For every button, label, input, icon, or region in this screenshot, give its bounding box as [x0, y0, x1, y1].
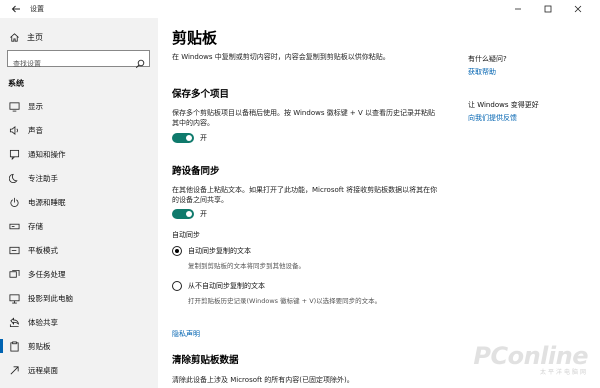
history-desc: 保存多个剪贴板项目以备稍后使用。按 Windows 徽标键 + V 以查看历史记…	[172, 109, 436, 127]
sidebar-item-shared-experiences[interactable]: 体验共享	[0, 311, 158, 333]
sidebar-home[interactable]: 主页	[8, 31, 43, 43]
auto-sync-label: 自动同步	[172, 231, 200, 239]
radio-auto-sync-desc: 复制到剪贴板的文本将同步到其他设备。	[188, 262, 305, 270]
sidebar-item-projecting[interactable]: 投影到此电脑	[0, 287, 158, 309]
sidebar-item-label: 投影到此电脑	[28, 293, 73, 303]
privacy-link[interactable]: 隐私声明	[172, 329, 200, 339]
title-bar: 设置	[0, 0, 600, 18]
notification-icon	[8, 148, 20, 160]
settings-window: 设置 主页 系统 显示	[0, 0, 600, 388]
sidebar-item-label: 体验共享	[28, 317, 58, 327]
sidebar-item-label: 剪贴板	[28, 341, 51, 351]
remote-icon	[8, 364, 20, 376]
toggle-knob	[186, 211, 192, 217]
minimize-icon[interactable]	[512, 3, 524, 15]
sidebar-section-title: 系统	[8, 79, 24, 88]
display-icon	[8, 100, 20, 112]
search-box[interactable]	[7, 50, 150, 72]
sidebar-item-remote-desktop[interactable]: 远程桌面	[0, 359, 158, 381]
share-icon	[8, 316, 20, 328]
sync-toggle-row[interactable]: 开	[172, 209, 207, 219]
clipboard-icon	[8, 340, 20, 352]
sync-heading: 跨设备同步	[172, 166, 220, 177]
close-icon[interactable]	[572, 3, 584, 15]
clear-desc: 清除此设备上涉及 Microsoft 的所有内容(已固定项除外)。	[172, 376, 354, 384]
active-indicator	[0, 339, 3, 353]
sidebar-item-label: 远程桌面	[28, 365, 58, 375]
radio-button[interactable]	[172, 281, 182, 291]
sidebar-item-notifications[interactable]: 通知和操作	[0, 143, 158, 165]
history-toggle[interactable]	[172, 133, 194, 143]
sidebar-item-display[interactable]: 显示	[0, 95, 158, 117]
radio-button-checked[interactable]	[172, 246, 182, 256]
sync-toggle-state: 开	[200, 210, 207, 218]
search-input[interactable]	[8, 56, 128, 72]
history-heading: 保存多个项目	[172, 89, 230, 100]
history-toggle-row[interactable]: 开	[172, 133, 207, 143]
radio-never-sync-label: 从不自动同步复制的文本	[188, 282, 265, 290]
aside-improve: 让 Windows 变得更好	[468, 101, 539, 109]
sidebar-item-label: 显示	[28, 101, 43, 111]
sidebar-item-label: 声音	[28, 125, 43, 135]
history-toggle-state: 开	[200, 134, 207, 142]
watermark-logo: PConline 太平洋电脑网	[473, 342, 588, 376]
sidebar-item-sound[interactable]: 声音	[0, 119, 158, 141]
sidebar-item-tablet-mode[interactable]: 平板模式	[0, 239, 158, 261]
sidebar-home-label: 主页	[27, 32, 43, 42]
sidebar-item-storage[interactable]: 存储	[0, 215, 158, 237]
sync-toggle[interactable]	[172, 209, 194, 219]
sidebar-item-label: 电源和睡眠	[28, 197, 66, 207]
intro-text: 在 Windows 中复制或剪切内容时，内容会复制到剪贴板以供你粘贴。	[172, 53, 390, 61]
radio-never-sync[interactable]: 从不自动同步复制的文本	[172, 281, 265, 291]
feedback-link[interactable]: 向我们提供反馈	[468, 113, 517, 123]
sidebar-item-label: 多任务处理	[28, 269, 66, 279]
sync-desc: 在其他设备上粘贴文本。如果打开了此功能，Microsoft 将接收剪贴板数据以将…	[172, 186, 438, 204]
multitask-icon	[8, 268, 20, 280]
power-icon	[8, 196, 20, 208]
home-icon	[8, 31, 20, 43]
moon-icon	[8, 172, 20, 184]
sidebar-item-focus-assist[interactable]: 专注助手	[0, 167, 158, 189]
sidebar-item-power[interactable]: 电源和睡眠	[0, 191, 158, 213]
get-help-link[interactable]: 获取帮助	[468, 67, 496, 77]
project-icon	[8, 292, 20, 304]
sound-icon	[8, 124, 20, 136]
toggle-knob	[186, 135, 192, 141]
page-title: 剪贴板	[172, 29, 218, 47]
sidebar-item-multitasking[interactable]: 多任务处理	[0, 263, 158, 285]
maximize-icon[interactable]	[542, 3, 554, 15]
watermark-main: PConline	[473, 342, 588, 370]
back-arrow-icon[interactable]	[10, 3, 22, 15]
clear-heading: 清除剪贴板数据	[172, 355, 239, 366]
window-title: 设置	[30, 5, 44, 13]
storage-icon	[8, 220, 20, 232]
radio-auto-sync-label: 自动同步复制的文本	[188, 247, 251, 255]
sidebar-item-label: 平板模式	[28, 245, 58, 255]
search-icon[interactable]	[135, 54, 145, 69]
radio-never-sync-desc: 打开剪贴板历史记录(Windows 徽标键 + V)以选择要同步的文本。	[188, 297, 382, 305]
aside-question: 有什么疑问?	[468, 55, 507, 63]
main-content: 剪贴板 在 Windows 中复制或剪切内容时，内容会复制到剪贴板以供你粘贴。 …	[158, 18, 600, 388]
sidebar: 主页 系统 显示 声音 通知和操作	[0, 18, 158, 388]
sidebar-item-label: 存储	[28, 221, 43, 231]
sidebar-item-label: 专注助手	[28, 173, 58, 183]
tablet-icon	[8, 244, 20, 256]
sidebar-item-clipboard[interactable]: 剪贴板	[0, 335, 158, 357]
sidebar-item-label: 通知和操作	[28, 149, 66, 159]
radio-auto-sync[interactable]: 自动同步复制的文本	[172, 246, 251, 256]
